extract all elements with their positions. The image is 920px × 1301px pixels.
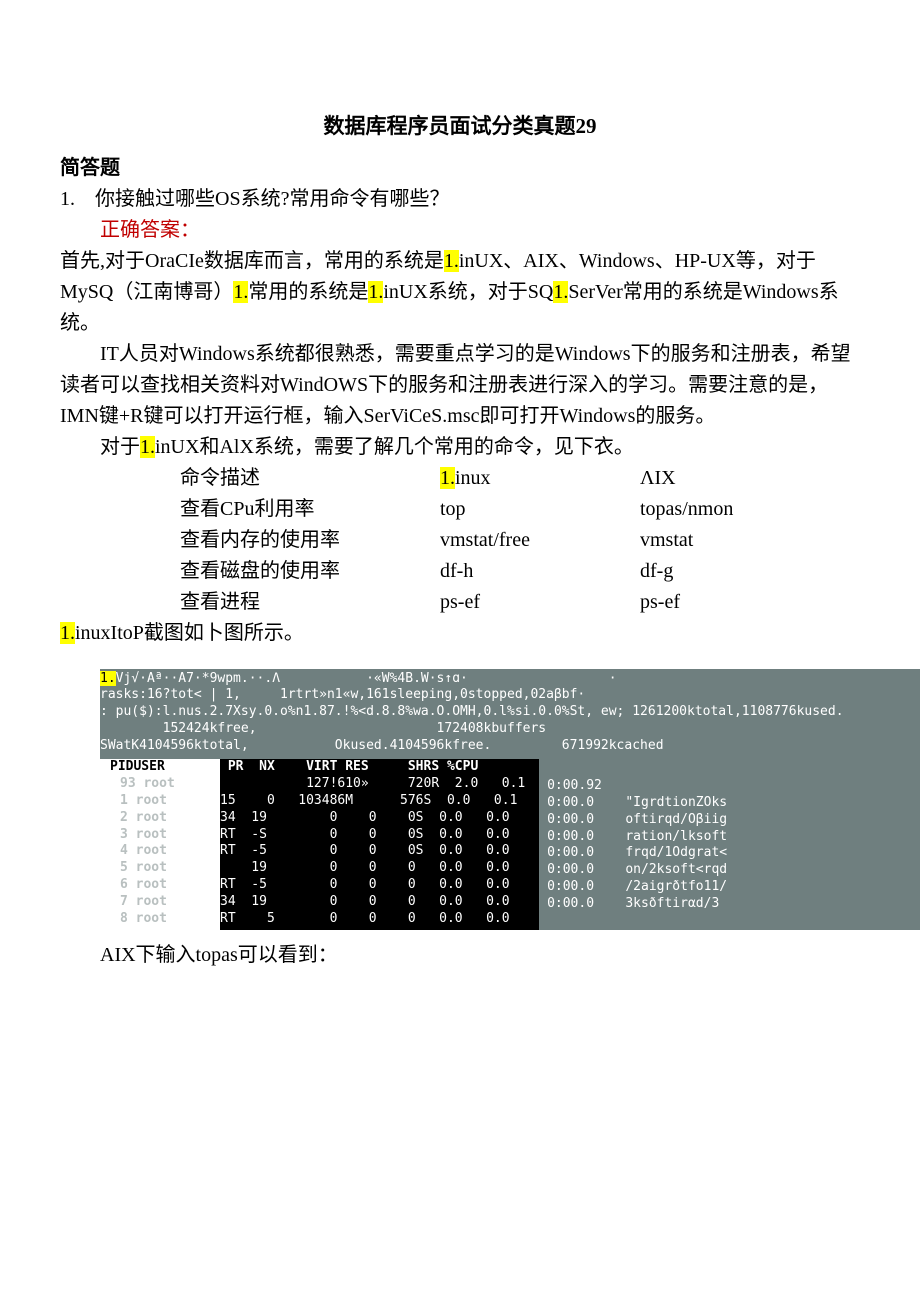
text: inUX和AlX系统，需要了解几个常用的命令，见下衣。	[155, 436, 634, 458]
term-row: 0:00.0 frqd/1Odgrat<	[547, 845, 727, 860]
term-row: 0:00.0 "IgrdtionZOks	[547, 795, 727, 810]
header-linux: 1.inux	[440, 463, 640, 494]
command-table: 命令描述 1.inux ΛIX 查看CPu利用率 top topas/nmon …	[180, 463, 820, 618]
ghost-row: 6 root	[100, 877, 220, 894]
term-mid-header: PR NX VIRT RES SHRS %CPU	[220, 759, 533, 774]
highlight: 1.	[368, 281, 383, 303]
paragraph-4: 1.inuxItoP截图如卜图所示。	[60, 618, 860, 649]
term-line: rasks:16?tot< | 1, 1rtrt»n1«w,161sleepin…	[100, 687, 585, 702]
cell: 查看进程	[180, 587, 440, 618]
ghost-row: 8 root	[100, 911, 220, 928]
term-row: 0:00.0 ration/lksoft	[547, 829, 727, 844]
ghost-row: 4 root	[100, 843, 220, 860]
cell: 查看磁盘的使用率	[180, 556, 440, 587]
table-row: 查看进程 ps-ef ps-ef	[180, 587, 820, 618]
term-row: 0:00.0 3ksðftirαd/3	[547, 896, 719, 911]
cell: ps-ef	[440, 587, 640, 618]
term-row: 127!610» 720R 2.0 0.1	[220, 776, 525, 791]
answer-label: 正确答案：	[60, 215, 860, 246]
term-row: 0:00.0 /2aigrðtfo11/	[547, 879, 727, 894]
ghost-row: 2 root	[100, 810, 220, 827]
paragraph-1: 首先,对于OraCIe数据库而言，常用的系统是1.inUX、AIX、Window…	[60, 246, 860, 339]
term-row: 34 19 0 0 0 0.0 0.0	[220, 894, 510, 909]
highlight: 1.	[140, 436, 155, 458]
ghost-row: 1 root	[100, 793, 220, 810]
question-text: 你接触过哪些OS系统?常用命令有哪些？	[95, 188, 449, 210]
table-row: 查看磁盘的使用率 df-h df-g	[180, 556, 820, 587]
term-row: 15 0 103486M 576S 0.0 0.1	[220, 793, 517, 808]
question-number: 1.	[60, 188, 75, 210]
cell: topas/nmon	[640, 494, 820, 525]
cell: df-g	[640, 556, 820, 587]
term-row: 19 0 0 0 0.0 0.0	[220, 860, 510, 875]
cell: top	[440, 494, 640, 525]
text: 首先,对于OraCIe数据库而言，常用的系统是	[60, 250, 444, 272]
text: 对于	[100, 436, 140, 458]
cell: vmstat	[640, 525, 820, 556]
header-description: 命令描述	[180, 463, 440, 494]
term-row: RT 5 0 0 0 0.0 0.0	[220, 911, 510, 926]
terminal-header: 1.Vj√·Aª··A7·*9wpm.··.Λ ·«W%4B.W·s↑ɑ· · …	[100, 669, 920, 759]
cell: 查看CPu利用率	[180, 494, 440, 525]
terminal-body: PIDUSER 93 root 1 root 2 root 3 root 4 r…	[100, 759, 920, 930]
text: 常用的系统是	[248, 281, 368, 303]
term-line: SWatK4104596ktotal, Okused.4104596kfree.…	[100, 738, 664, 753]
cell: ps-ef	[640, 587, 820, 618]
document-title: 数据库程序员面试分类真题29	[60, 110, 860, 143]
piduser-header: PIDUSER	[100, 759, 220, 776]
highlight: 1.	[444, 250, 459, 272]
highlight: 1.	[100, 671, 116, 686]
cell: 查看内存的使用率	[180, 525, 440, 556]
term-line: : pu($):l.nus.2.7Xsy.0.o%n1.87.!%<d.8.8%…	[100, 704, 844, 719]
term-row: RT -5 0 0 0S 0.0 0.0	[220, 843, 510, 858]
cell: vmstat/free	[440, 525, 640, 556]
term-line: 152424kfree, 172408kbuffers	[100, 721, 546, 736]
highlight: 1.	[60, 622, 75, 644]
ghost-row: 93 root	[100, 776, 220, 793]
terminal-left-column: PIDUSER 93 root 1 root 2 root 3 root 4 r…	[100, 759, 220, 930]
table-row: 查看内存的使用率 vmstat/free vmstat	[180, 525, 820, 556]
term-line: Vj√·Aª··A7·*9wpm.··.Λ ·«W%4B.W·s↑ɑ· ·	[116, 671, 617, 686]
term-row: 0:00.0 on/2ksoft<rqd	[547, 862, 727, 877]
term-row: 34 19 0 0 0S 0.0 0.0	[220, 810, 510, 825]
ghost-row: 5 root	[100, 860, 220, 877]
table-row: 查看CPu利用率 top topas/nmon	[180, 494, 820, 525]
terminal-screenshot: 1.Vj√·Aª··A7·*9wpm.··.Λ ·«W%4B.W·s↑ɑ· · …	[100, 669, 920, 930]
text: inuxItoP截图如卜图所示。	[75, 622, 304, 644]
terminal-right-column: 0:00.92 0:00.0 "IgrdtionZOks 0:00.0 ofti…	[539, 759, 920, 930]
ghost-row: 7 root	[100, 894, 220, 911]
document-page: 数据库程序员面试分类真题29 简答题 1. 你接触过哪些OS系统?常用命令有哪些…	[0, 0, 920, 1031]
paragraph-3: 对于1.inUX和AlX系统，需要了解几个常用的命令，见下衣。	[60, 432, 860, 463]
text: inux	[455, 467, 491, 489]
highlight: 1.	[440, 467, 455, 489]
text: inUX系统，对于SQ	[383, 281, 553, 303]
cell: df-h	[440, 556, 640, 587]
term-row: 0:00.92	[547, 778, 602, 793]
table-header-row: 命令描述 1.inux ΛIX	[180, 463, 820, 494]
highlight: 1.	[553, 281, 568, 303]
highlight: 1.	[233, 281, 248, 303]
question-line: 1. 你接触过哪些OS系统?常用命令有哪些？	[60, 184, 860, 215]
term-row: RT -5 0 0 0 0.0 0.0	[220, 877, 510, 892]
terminal-process-list: PR NX VIRT RES SHRS %CPU 127!610» 720R 2…	[220, 759, 539, 930]
term-row: RT -S 0 0 0S 0.0 0.0	[220, 827, 510, 842]
paragraph-2: IT人员对Windows系统都很熟悉，需要重点学习的是Windows下的服务和注…	[60, 339, 860, 432]
paragraph-5: AIX下输入topas可以看到：	[60, 940, 860, 971]
ghost-row: 3 root	[100, 827, 220, 844]
header-aix: ΛIX	[640, 463, 820, 494]
section-heading: 简答题	[60, 153, 860, 184]
term-row: 0:00.0 oftirqd/Oβiig	[547, 812, 727, 827]
